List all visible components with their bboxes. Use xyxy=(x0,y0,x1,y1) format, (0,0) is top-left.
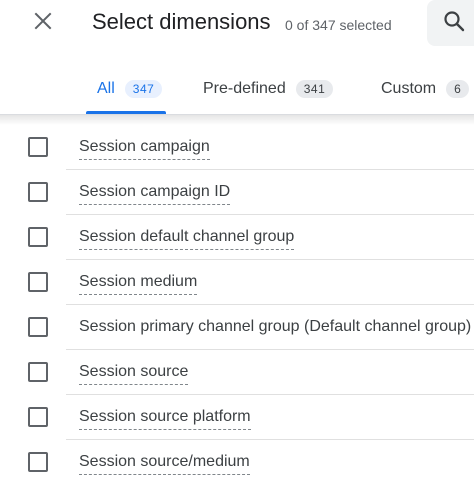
checkbox[interactable] xyxy=(28,272,48,292)
dimension-label: Session source platform xyxy=(79,406,251,430)
checkbox[interactable] xyxy=(28,317,48,337)
dimension-label: Session primary channel group (Default c… xyxy=(79,318,472,335)
list-item[interactable]: Session source platform xyxy=(0,395,474,440)
list-item[interactable]: Session default channel group xyxy=(0,215,474,260)
list-item[interactable]: Session source/medium xyxy=(0,440,474,483)
tab-custom[interactable]: Custom 6 xyxy=(381,76,470,102)
tab-pre-defined-count: 341 xyxy=(295,80,334,98)
tab-custom-count: 6 xyxy=(446,80,470,98)
dialog-title: Select dimensions xyxy=(92,9,271,34)
dimension-label: Session campaign ID xyxy=(79,181,231,205)
checkbox[interactable] xyxy=(28,407,48,427)
dimension-label: Session default channel group xyxy=(79,226,295,250)
tab-pre-defined[interactable]: Pre-defined 341 xyxy=(203,76,334,102)
dimension-label: Session medium xyxy=(79,271,198,295)
select-dimensions-dialog: Select dimensions 0 of 347 selected All … xyxy=(0,0,474,483)
checkbox[interactable] xyxy=(28,227,48,247)
search-icon xyxy=(443,10,465,37)
dimension-list: Session campaign Session campaign ID Ses… xyxy=(0,125,474,483)
close-button[interactable] xyxy=(26,6,60,40)
list-item[interactable]: Session medium xyxy=(0,260,474,305)
close-icon xyxy=(34,12,52,35)
search-button[interactable] xyxy=(427,0,474,46)
tab-all[interactable]: All 347 xyxy=(97,76,163,102)
dimension-label: Session campaign xyxy=(79,136,210,160)
list-scroll-shadow xyxy=(0,115,474,125)
dimension-label: Session source xyxy=(79,361,189,385)
dimension-label: Session source/medium xyxy=(79,451,250,475)
tab-all-label: All xyxy=(97,80,115,97)
dialog-header: Select dimensions 0 of 347 selected xyxy=(0,0,474,50)
checkbox[interactable] xyxy=(28,362,48,382)
tab-bar: All 347 Pre-defined 341 Custom 6 xyxy=(0,64,474,114)
list-item[interactable]: Session campaign ID xyxy=(0,170,474,215)
checkbox[interactable] xyxy=(28,137,48,157)
list-item[interactable]: Session primary channel group (Default c… xyxy=(0,305,474,350)
checkbox[interactable] xyxy=(28,452,48,472)
list-item[interactable]: Session campaign xyxy=(0,125,474,170)
checkbox[interactable] xyxy=(28,182,48,202)
selected-count: 0 of 347 selected xyxy=(285,17,392,33)
list-item[interactable]: Session source xyxy=(0,350,474,395)
tab-pre-defined-label: Pre-defined xyxy=(203,80,286,97)
tab-all-count: 347 xyxy=(124,80,163,98)
tab-custom-label: Custom xyxy=(381,80,437,97)
